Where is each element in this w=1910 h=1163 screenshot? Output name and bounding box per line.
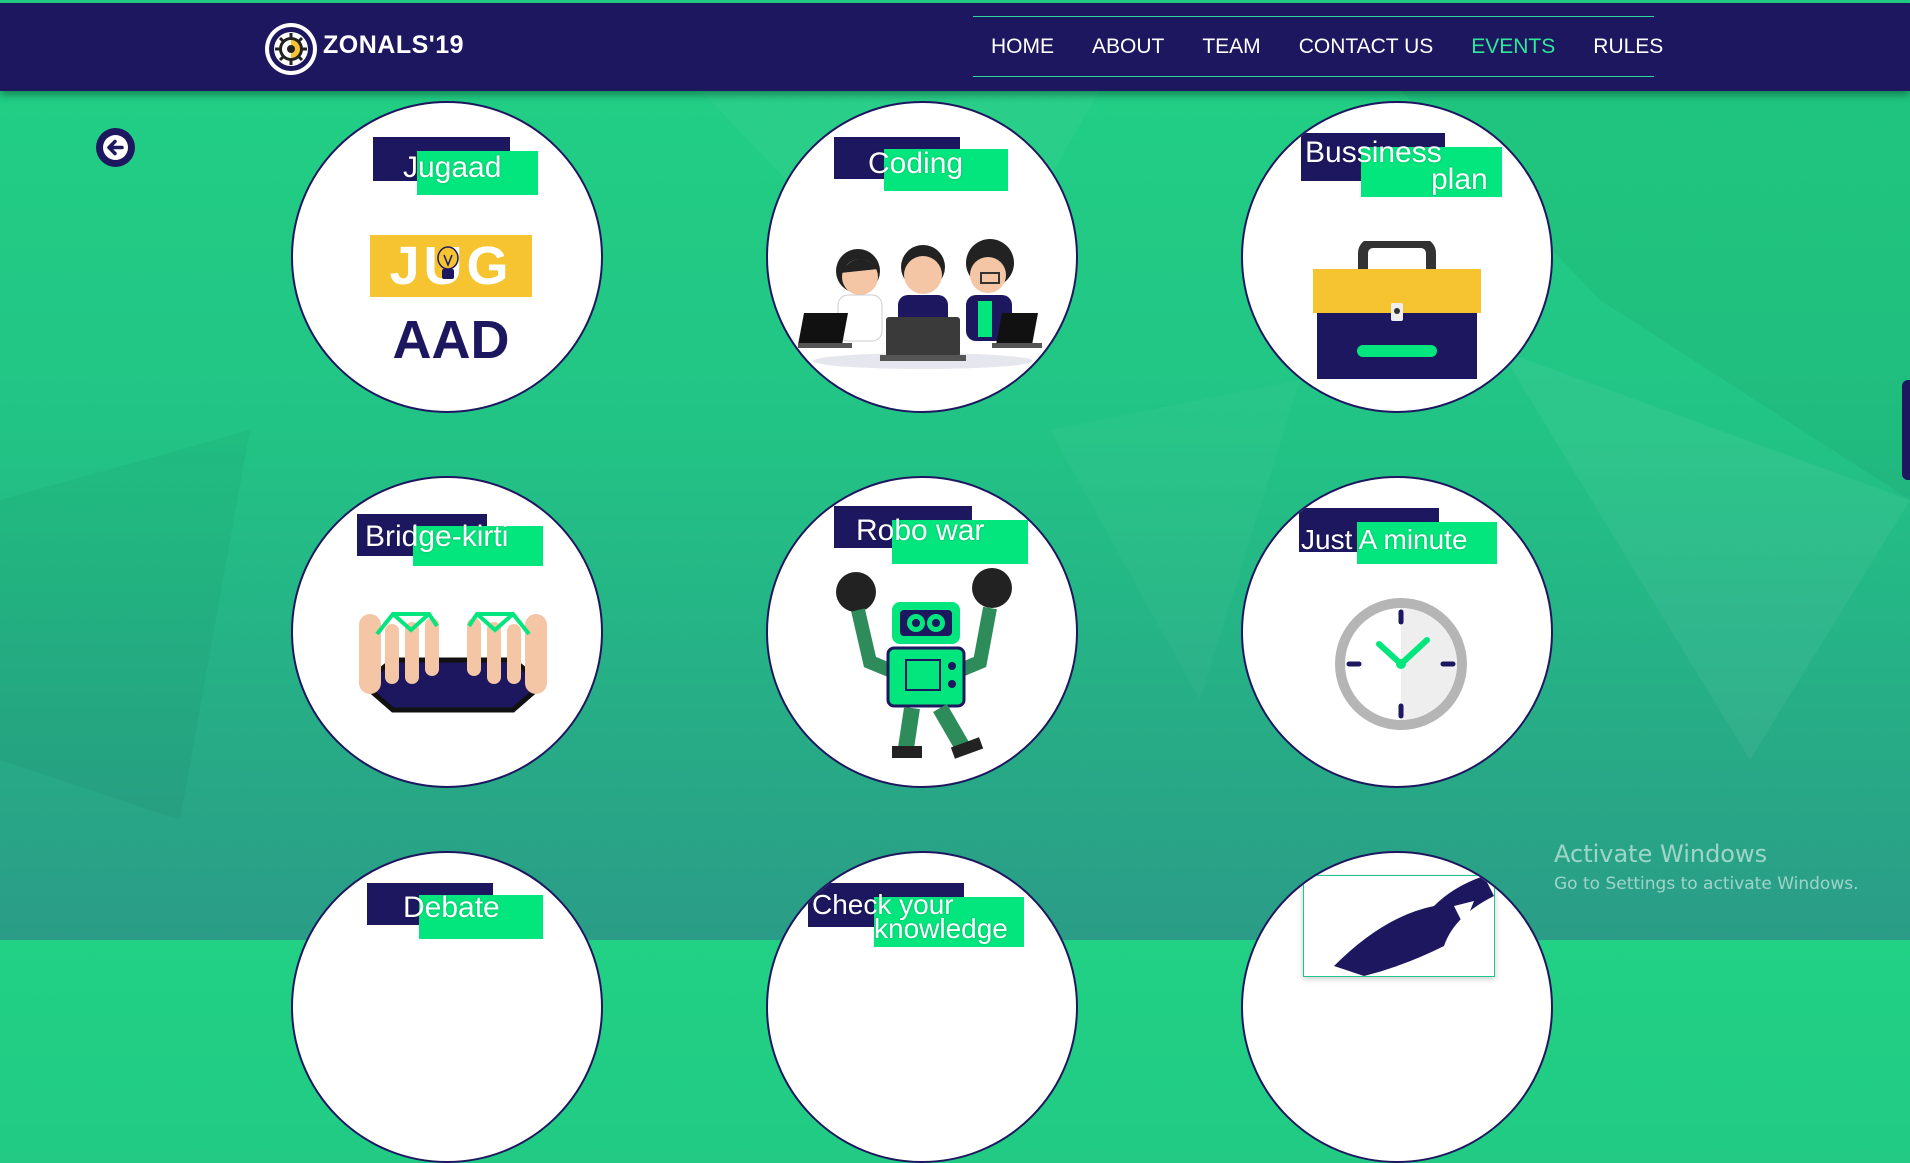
nav-team[interactable]: TEAM (1202, 35, 1260, 59)
event-card-business-plan[interactable]: Bussiness plan (1241, 101, 1553, 413)
event-card-jugaad[interactable]: Jugaad JUG AAD (291, 101, 603, 413)
event-title: Debate (403, 891, 500, 924)
side-feedback-tab[interactable] (1902, 380, 1910, 480)
arrow-left-icon (103, 135, 128, 160)
event-title-line2: knowledge (874, 913, 1008, 944)
event-title: Just A minute (1301, 524, 1468, 555)
jugaad-logo-bottom: AAD (392, 310, 510, 370)
bridge-illustration (359, 612, 547, 713)
robot-icon (836, 568, 1012, 759)
back-button[interactable] (96, 128, 135, 167)
event-card-coding[interactable]: Coding (766, 101, 1078, 413)
briefcase-icon (1313, 241, 1481, 379)
event-title-line2: plan (1431, 163, 1488, 196)
nav-contact-us[interactable]: CONTACT US (1299, 35, 1434, 59)
nav-home[interactable]: HOME (991, 35, 1054, 59)
coders-illustration (798, 239, 1042, 369)
nav-rules[interactable]: RULES (1593, 35, 1663, 59)
event-title: Robo war (856, 514, 985, 547)
event-card-art[interactable] (1241, 851, 1553, 1163)
event-card-bridge-kirti[interactable]: Bridge-kirti (291, 476, 603, 788)
nav-about[interactable]: ABOUT (1092, 35, 1164, 59)
main-nav: HOME ABOUT TEAM CONTACT US EVENTS RULES (973, 16, 1663, 77)
event-title: Bridge-kirti (365, 520, 509, 553)
lightbulb-icon (437, 246, 459, 279)
clock-icon (1335, 598, 1467, 730)
zonals-logo-icon[interactable] (265, 23, 317, 75)
paint-stroke-icon (1334, 876, 1494, 976)
event-title: Coding (868, 147, 964, 180)
brand-name[interactable]: ZONALS'19 (323, 31, 464, 60)
event-card-check-your-knowledge[interactable]: Check your knowledge (766, 851, 1078, 1163)
event-card-just-a-minute[interactable]: Just A minute (1241, 476, 1553, 788)
event-art-frame (1303, 875, 1495, 977)
windows-activation-title: Activate Windows (1554, 840, 1768, 868)
top-navbar: ZONALS'19 HOME ABOUT TEAM CONTACT US EVE… (0, 3, 1910, 91)
event-title: Jugaad (403, 151, 502, 184)
event-title-line1: Bussiness (1305, 136, 1442, 169)
jugaad-logo: JUG AAD (370, 235, 532, 370)
nav-events[interactable]: EVENTS (1471, 35, 1555, 59)
windows-activation-subtitle: Go to Settings to activate Windows. (1554, 874, 1859, 894)
event-card-debate[interactable]: Debate (291, 851, 603, 1163)
event-card-robo-war[interactable]: Robo war (766, 476, 1078, 788)
